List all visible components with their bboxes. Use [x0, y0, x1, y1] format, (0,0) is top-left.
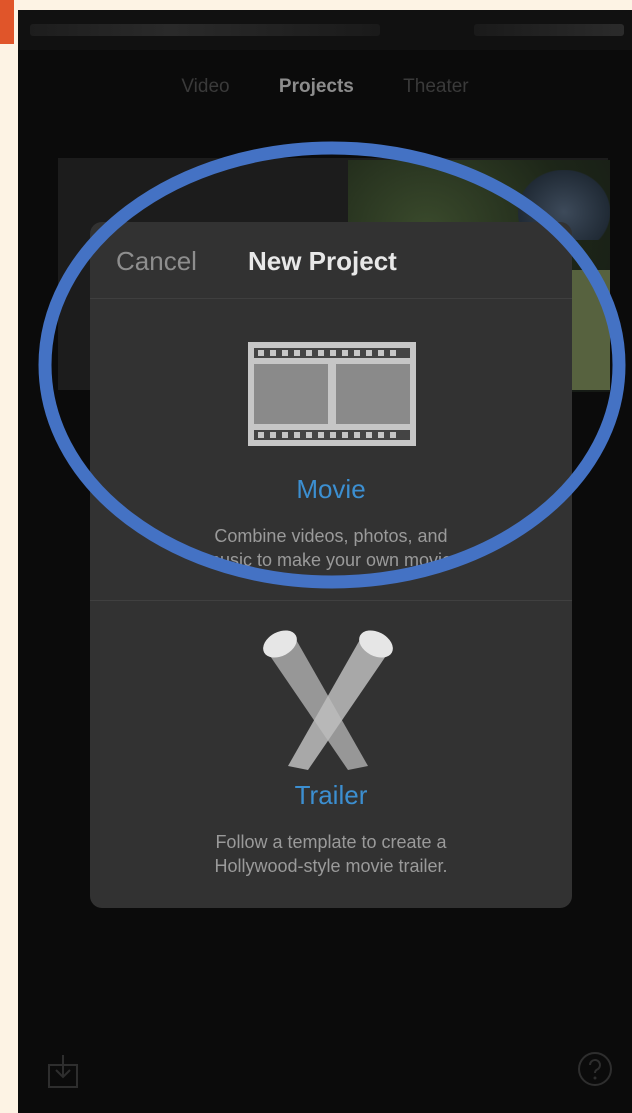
spotlights-icon	[263, 630, 393, 770]
movie-description-line-1: Combine videos, photos, and	[214, 526, 448, 546]
help-icon[interactable]	[576, 1050, 614, 1088]
trailer-description-line-2: Hollywood-style movie trailer.	[214, 856, 448, 876]
status-bar	[18, 10, 632, 50]
tab-video[interactable]: Video	[181, 76, 229, 98]
screenshot-frame: Video Projects Theater Cancel New Projec…	[0, 0, 632, 1113]
movie-option-description: Combine videos, photos, and music to mak…	[130, 524, 532, 572]
new-project-sheet: Cancel New Project Movie Combine videos,…	[90, 222, 572, 908]
sheet-header: Cancel New Project	[90, 222, 572, 299]
trailer-option[interactable]: Trailer Follow a template to create a Ho…	[90, 602, 572, 908]
trailer-description-line-1: Follow a template to create a	[215, 832, 447, 852]
tab-theater[interactable]: Theater	[403, 76, 468, 98]
movie-description-line-2: music to make your own movie.	[204, 550, 458, 570]
movie-option-title: Movie	[296, 474, 366, 504]
status-bar-left	[30, 24, 380, 36]
cancel-button[interactable]: Cancel	[116, 246, 197, 277]
tab-projects[interactable]: Projects	[279, 76, 354, 98]
movie-option[interactable]: Movie Combine videos, photos, and music …	[90, 300, 572, 601]
phone-screen: Video Projects Theater Cancel New Projec…	[18, 10, 632, 1113]
trailer-option-title: Trailer	[294, 780, 368, 810]
import-icon[interactable]	[46, 1053, 80, 1089]
segmented-tabs: Video Projects Theater	[18, 76, 632, 98]
corner-mark	[0, 0, 14, 44]
sheet-title: New Project	[248, 246, 397, 276]
film-strip-icon	[248, 342, 416, 446]
status-bar-right	[474, 24, 624, 36]
trailer-option-description: Follow a template to create a Hollywood-…	[130, 830, 532, 878]
